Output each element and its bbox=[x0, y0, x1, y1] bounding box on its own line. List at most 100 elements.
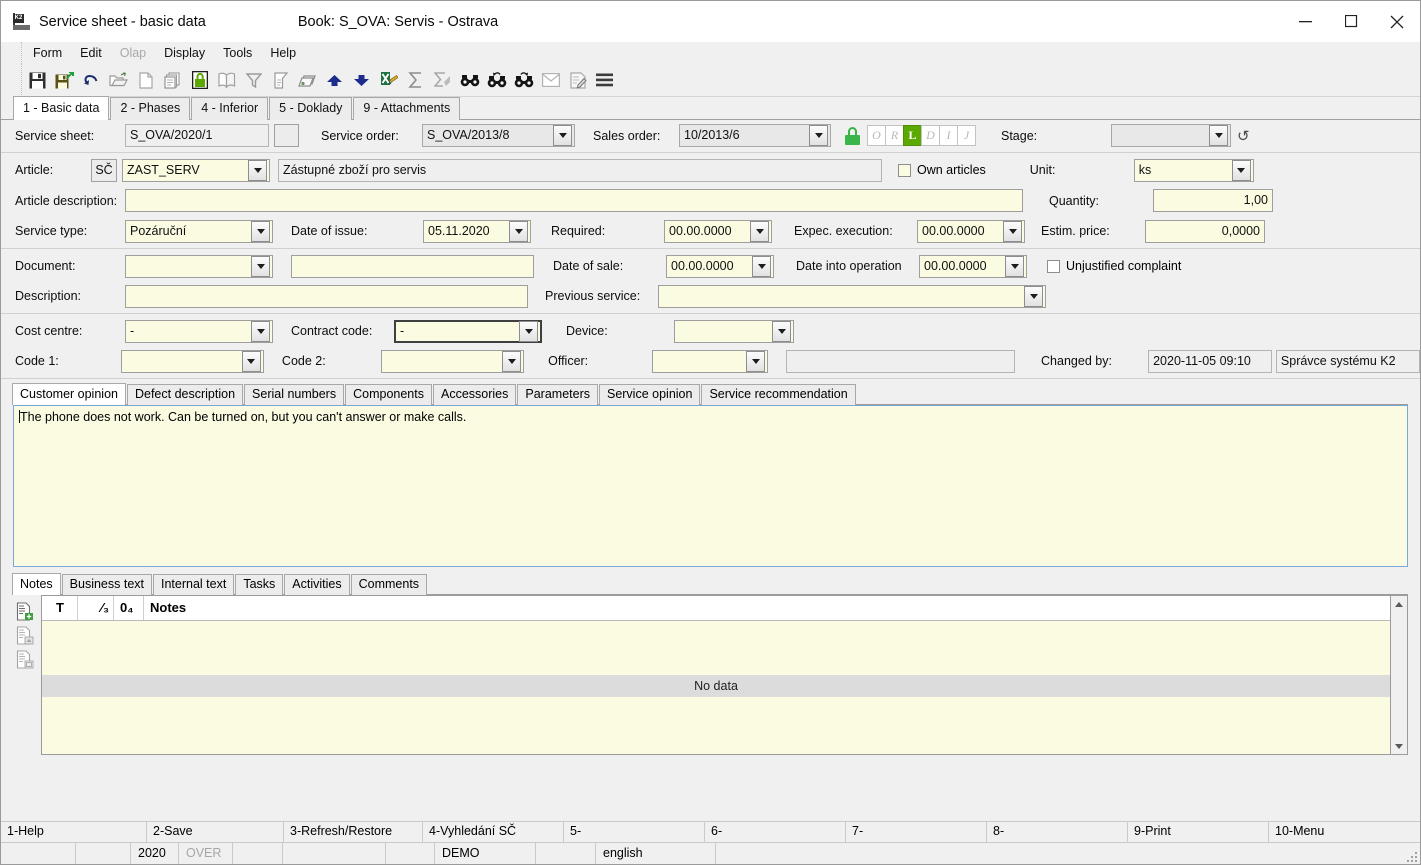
column-header-t[interactable]: T bbox=[42, 596, 78, 620]
arrow-down-icon[interactable] bbox=[348, 66, 375, 94]
notes-grid-scrollbar[interactable] bbox=[1391, 595, 1408, 755]
maximize-button[interactable] bbox=[1328, 1, 1374, 42]
tab-attachments[interactable]: 9 - Attachments bbox=[353, 97, 461, 120]
article-sc-button[interactable]: SČ bbox=[91, 158, 117, 182]
chevron-down-icon[interactable] bbox=[519, 320, 538, 342]
tab-defect-description[interactable]: Defect description bbox=[126, 384, 244, 405]
tab-tasks[interactable]: Tasks bbox=[235, 574, 284, 595]
fkey-3-refresh-restore[interactable]: 3-Refresh/Restore bbox=[284, 822, 423, 842]
officer-combo[interactable] bbox=[652, 349, 769, 373]
chevron-down-icon[interactable] bbox=[809, 125, 828, 146]
fkey-7[interactable]: 7- bbox=[846, 822, 987, 842]
arrow-up-icon[interactable] bbox=[321, 66, 348, 94]
description-input[interactable] bbox=[125, 284, 528, 308]
status-badge-j[interactable]: J bbox=[957, 125, 976, 146]
save-and-exit-icon[interactable] bbox=[51, 66, 78, 94]
copy-note-icon[interactable] bbox=[13, 647, 37, 671]
tab-service-opinion[interactable]: Service opinion bbox=[598, 384, 701, 405]
filter-icon[interactable] bbox=[240, 66, 267, 94]
code2-combo[interactable] bbox=[381, 349, 525, 373]
tab-comments[interactable]: Comments bbox=[350, 574, 428, 595]
service-sheet-input[interactable]: S_OVA/2020/1 bbox=[125, 124, 269, 147]
chevron-down-icon[interactable] bbox=[509, 220, 528, 242]
fkey-2-save[interactable]: 2-Save bbox=[147, 822, 284, 842]
note-edit-icon[interactable] bbox=[564, 66, 591, 94]
tab-service-recommendation[interactable]: Service recommendation bbox=[701, 384, 856, 405]
estim-price-input[interactable]: 0,0000 bbox=[1145, 219, 1265, 243]
chevron-down-icon[interactable] bbox=[251, 220, 270, 242]
date-of-sale-combo[interactable]: 00.00.0000 bbox=[666, 254, 774, 278]
fkey-6[interactable]: 6- bbox=[705, 822, 846, 842]
tab-phases[interactable]: 2 - Phases bbox=[110, 97, 191, 120]
find-icon[interactable] bbox=[456, 66, 483, 94]
notes-grid[interactable]: T ⁄₃ 0₄ Notes No data bbox=[41, 595, 1391, 755]
fkey-5[interactable]: 5- bbox=[564, 822, 705, 842]
customer-opinion-textarea[interactable]: The phone does not work. Can be turned o… bbox=[13, 405, 1408, 567]
fkey-4-vyhledani-sc[interactable]: 4-Vyhledání SČ bbox=[423, 822, 564, 842]
service-type-combo[interactable]: Pozáruční bbox=[125, 219, 273, 243]
find-previous-icon[interactable] bbox=[483, 66, 510, 94]
tab-activities[interactable]: Activities bbox=[284, 574, 350, 595]
fkey-8[interactable]: 8- bbox=[987, 822, 1128, 842]
fkey-1-help[interactable]: 1-Help bbox=[1, 822, 147, 842]
revert-history-icon[interactable]: ↺ bbox=[1237, 127, 1250, 145]
unjustified-complaint-checkbox[interactable]: Unjustified complaint bbox=[1047, 259, 1181, 273]
service-order-combo[interactable]: S_OVA/2013/8 bbox=[422, 124, 575, 147]
column-header-notes[interactable]: Notes bbox=[144, 596, 1390, 620]
cost-centre-combo[interactable]: - bbox=[125, 319, 273, 343]
chevron-down-icon[interactable] bbox=[1231, 159, 1251, 181]
chevron-down-icon[interactable] bbox=[241, 350, 261, 372]
sales-order-combo[interactable]: 10/2013/6 bbox=[679, 124, 831, 147]
chevron-down-icon[interactable] bbox=[1024, 285, 1043, 307]
tab-doklady[interactable]: 5 - Doklady bbox=[269, 97, 353, 120]
chevron-down-icon[interactable] bbox=[1005, 255, 1024, 277]
chevron-down-icon[interactable] bbox=[752, 255, 771, 277]
tab-components[interactable]: Components bbox=[345, 384, 432, 405]
print-icon[interactable] bbox=[294, 66, 321, 94]
menu-item-form[interactable]: Form bbox=[24, 44, 71, 62]
chevron-down-icon[interactable] bbox=[553, 125, 572, 146]
previous-service-combo[interactable] bbox=[658, 284, 1046, 308]
column-header-zero[interactable]: 0₄ bbox=[114, 596, 144, 620]
undo-icon[interactable] bbox=[78, 66, 105, 94]
mail-icon[interactable] bbox=[537, 66, 564, 94]
tab-inferior[interactable]: 4 - Inferior bbox=[191, 97, 269, 120]
quantity-input[interactable]: 1,00 bbox=[1153, 189, 1273, 212]
book-icon[interactable] bbox=[213, 66, 240, 94]
menu-item-help[interactable]: Help bbox=[261, 44, 305, 62]
chevron-down-icon[interactable] bbox=[251, 255, 270, 277]
tab-customer-opinion[interactable]: Customer opinion bbox=[12, 383, 126, 405]
unit-combo[interactable]: ks bbox=[1133, 158, 1254, 182]
document-text-input[interactable] bbox=[291, 254, 534, 278]
excel-export-icon[interactable] bbox=[375, 66, 402, 94]
own-articles-checkbox[interactable]: Own articles bbox=[898, 163, 986, 177]
menu-hamburger-icon[interactable] bbox=[591, 66, 618, 94]
resize-grip[interactable] bbox=[1406, 851, 1418, 863]
menu-item-display[interactable]: Display bbox=[155, 44, 214, 62]
status-badge-i[interactable]: I bbox=[939, 125, 958, 146]
add-note-icon[interactable] bbox=[13, 599, 37, 623]
edit-note-icon[interactable] bbox=[13, 623, 37, 647]
required-date-combo[interactable]: 00.00.0000 bbox=[664, 219, 772, 243]
tab-internal-text[interactable]: Internal text bbox=[153, 574, 235, 595]
article-description-input[interactable] bbox=[125, 189, 1023, 212]
tab-accessories[interactable]: Accessories bbox=[432, 384, 517, 405]
chevron-down-icon[interactable] bbox=[248, 159, 267, 181]
status-badge-d[interactable]: D bbox=[921, 125, 940, 146]
expec-execution-combo[interactable]: 00.00.0000 bbox=[917, 219, 1025, 243]
menu-item-edit[interactable]: Edit bbox=[71, 44, 111, 62]
document-combo[interactable] bbox=[125, 254, 273, 278]
sum-icon[interactable] bbox=[402, 66, 429, 94]
status-badge-l[interactable]: L bbox=[903, 125, 922, 146]
tab-notes[interactable]: Notes bbox=[12, 573, 61, 595]
open-folder-icon[interactable] bbox=[105, 66, 132, 94]
chevron-down-icon[interactable] bbox=[502, 350, 522, 372]
minimize-button[interactable] bbox=[1282, 1, 1328, 42]
save-icon[interactable] bbox=[24, 66, 51, 94]
find-next-icon[interactable] bbox=[510, 66, 537, 94]
sum-filter-icon[interactable] bbox=[429, 66, 456, 94]
stage-combo[interactable] bbox=[1111, 124, 1231, 147]
fkey-10-menu[interactable]: 10-Menu bbox=[1269, 822, 1420, 842]
chevron-down-icon[interactable] bbox=[750, 220, 769, 242]
menu-item-tools[interactable]: Tools bbox=[214, 44, 261, 62]
